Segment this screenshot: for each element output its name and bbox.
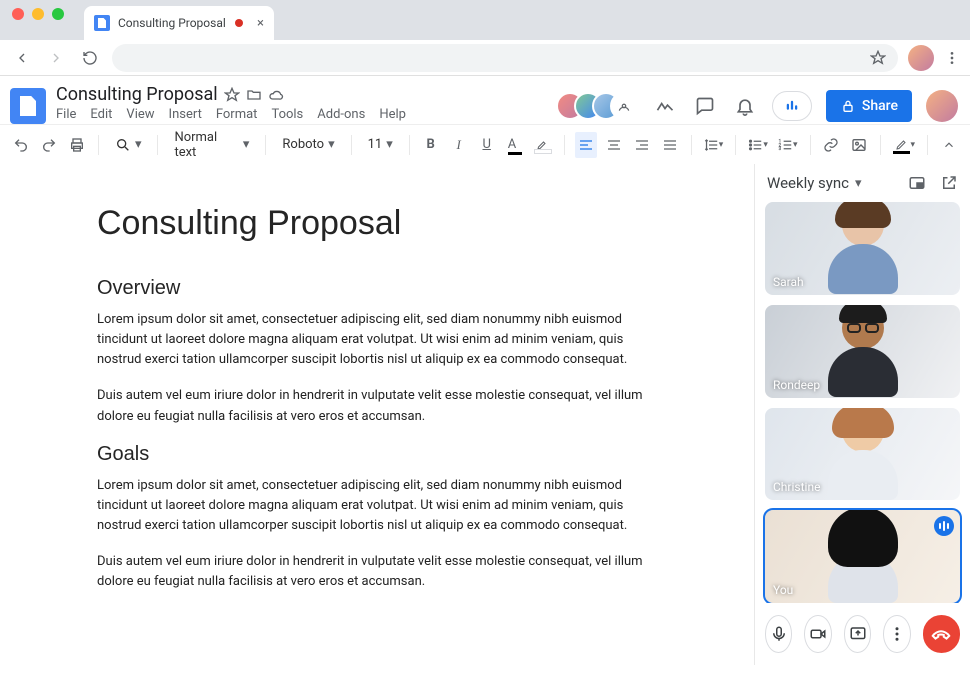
collaborator-overflow[interactable]	[610, 92, 638, 120]
align-center-button[interactable]	[603, 132, 625, 158]
document-canvas[interactable]: Consulting Proposal Overview Lorem ipsum…	[0, 164, 754, 665]
bookmark-star-icon[interactable]	[870, 50, 886, 66]
print-button[interactable]	[66, 132, 88, 158]
activity-icon[interactable]	[652, 93, 678, 119]
popout-icon[interactable]	[940, 174, 958, 192]
star-document-icon[interactable]	[224, 87, 240, 103]
browser-forward-button[interactable]	[44, 46, 68, 70]
text-color-button[interactable]: A	[504, 132, 526, 158]
move-document-icon[interactable]	[246, 87, 262, 103]
menu-edit[interactable]: Edit	[90, 107, 112, 122]
browser-menu-button[interactable]	[944, 50, 960, 66]
browser-tab[interactable]: Consulting Proposal ×	[84, 6, 274, 40]
leave-call-button[interactable]	[923, 615, 960, 653]
share-button-label: Share	[862, 98, 898, 114]
window-close-button[interactable]	[12, 8, 24, 20]
font-family-dropdown[interactable]: Roboto▾	[276, 137, 340, 152]
docs-favicon-icon	[94, 15, 110, 31]
notifications-icon[interactable]	[732, 93, 758, 119]
zoom-dropdown[interactable]: ▾	[109, 137, 148, 153]
meeting-title[interactable]: Weekly sync	[767, 174, 849, 192]
collaborator-facepile[interactable]	[566, 92, 638, 120]
menu-help[interactable]: Help	[379, 107, 406, 122]
meeting-dropdown-icon[interactable]: ▾	[855, 176, 862, 191]
browser-back-button[interactable]	[10, 46, 34, 70]
redo-button[interactable]	[38, 132, 60, 158]
participant-name: Rondeep	[773, 378, 820, 392]
video-tile[interactable]: Sarah	[765, 202, 960, 295]
font-size-dropdown[interactable]: 11▾	[362, 137, 399, 152]
window-controls	[0, 8, 76, 32]
speaking-indicator-icon	[934, 516, 954, 536]
account-avatar[interactable]	[926, 90, 958, 122]
present-screen-button[interactable]	[844, 615, 871, 653]
address-bar[interactable]	[112, 44, 898, 72]
tab-close-button[interactable]: ×	[257, 16, 264, 31]
svg-text:3: 3	[778, 146, 781, 152]
underline-button[interactable]: U	[476, 132, 498, 158]
unsaved-indicator-icon	[235, 19, 243, 27]
doc-paragraph[interactable]: Duis autem vel eum iriure dolor in hendr…	[97, 552, 657, 592]
numbered-list-button[interactable]: 123▾	[776, 132, 800, 158]
doc-heading-2[interactable]: Goals	[97, 443, 657, 466]
cloud-status-icon[interactable]	[268, 87, 284, 103]
comments-icon[interactable]	[692, 93, 718, 119]
meet-side-panel: Weekly sync ▾ Sarah Rondeep Christine	[754, 164, 970, 665]
document-page[interactable]: Consulting Proposal Overview Lorem ipsum…	[97, 204, 657, 665]
insert-link-button[interactable]	[820, 132, 842, 158]
menu-tools[interactable]: Tools	[271, 107, 303, 122]
share-button[interactable]: Share	[826, 90, 912, 122]
participant-name: You	[773, 583, 793, 597]
document-title[interactable]: Consulting Proposal	[56, 84, 218, 105]
menu-addons[interactable]: Add-ons	[317, 107, 365, 122]
highlight-color-button[interactable]	[532, 132, 554, 158]
meet-in-doc-button[interactable]	[772, 91, 812, 121]
align-left-button[interactable]	[575, 132, 597, 158]
paragraph-style-dropdown[interactable]: Normal text▾	[168, 130, 255, 160]
doc-paragraph[interactable]: Duis autem vel eum iriure dolor in hendr…	[97, 386, 657, 426]
bold-button[interactable]: B	[420, 132, 442, 158]
browser-reload-button[interactable]	[78, 46, 102, 70]
editing-mode-dropdown[interactable]: ▾	[891, 132, 917, 158]
bulleted-list-button[interactable]: ▾	[746, 132, 770, 158]
menu-insert[interactable]: Insert	[169, 107, 202, 122]
formatting-toolbar: ▾ Normal text▾ Roboto▾ 11▾ B I U A ▾ ▾ 1…	[0, 124, 970, 164]
participant-name: Sarah	[773, 275, 804, 289]
docs-home-icon[interactable]	[10, 88, 46, 124]
participant-name: Christine	[773, 480, 820, 494]
toggle-mic-button[interactable]	[765, 615, 792, 653]
toggle-camera-button[interactable]	[804, 615, 831, 653]
doc-paragraph[interactable]: Lorem ipsum dolor sit amet, consectetuer…	[97, 476, 657, 536]
window-minimize-button[interactable]	[32, 8, 44, 20]
menu-file[interactable]: File	[56, 107, 76, 122]
browser-profile-avatar[interactable]	[908, 45, 934, 71]
doc-heading-1[interactable]: Consulting Proposal	[97, 204, 657, 243]
undo-button[interactable]	[10, 132, 32, 158]
italic-button[interactable]: I	[448, 132, 470, 158]
more-options-button[interactable]	[883, 615, 910, 653]
picture-in-picture-icon[interactable]	[908, 174, 926, 192]
line-spacing-button[interactable]: ▾	[702, 132, 726, 158]
collapse-toolbar-button[interactable]	[938, 132, 960, 158]
doc-heading-2[interactable]: Overview	[97, 277, 657, 300]
menu-format[interactable]: Format	[216, 107, 258, 122]
video-tile[interactable]: Rondeep	[765, 305, 960, 398]
window-maximize-button[interactable]	[52, 8, 64, 20]
menu-view[interactable]: View	[126, 107, 154, 122]
align-right-button[interactable]	[631, 132, 653, 158]
meet-control-bar	[755, 603, 970, 665]
menu-bar: File Edit View Insert Format Tools Add-o…	[56, 107, 406, 122]
doc-paragraph[interactable]: Lorem ipsum dolor sit amet, consectetuer…	[97, 310, 657, 370]
video-tile[interactable]: Christine	[765, 408, 960, 501]
docs-header: Consulting Proposal File Edit View Inser…	[0, 76, 970, 124]
align-justify-button[interactable]	[659, 132, 681, 158]
video-tile-self[interactable]: You	[765, 510, 960, 603]
insert-image-button[interactable]	[848, 132, 870, 158]
browser-tab-strip: Consulting Proposal ×	[0, 0, 970, 40]
browser-toolbar	[0, 40, 970, 76]
tab-title: Consulting Proposal	[118, 16, 226, 30]
